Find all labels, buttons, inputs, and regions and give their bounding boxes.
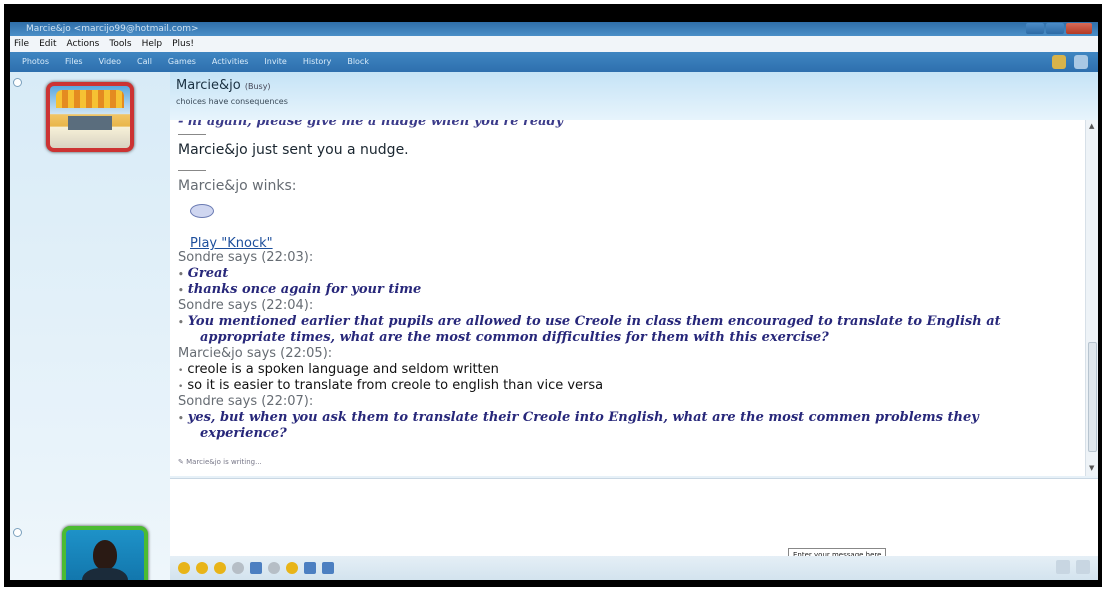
message-line: • creole is a spoken language and seldom … (178, 362, 499, 377)
wink-label: Marcie&jo winks: (178, 178, 297, 194)
divider (178, 134, 206, 135)
wink-menu-icon[interactable] (196, 562, 208, 574)
message-text: You mentioned earlier that pupils are al… (187, 314, 1001, 329)
contact-name[interactable]: Marcie&jo (176, 78, 241, 93)
message-header: Sondre says (22:03): (178, 250, 314, 265)
collapse-contact-icon[interactable] (13, 78, 22, 87)
pen-icon[interactable] (1056, 560, 1070, 574)
close-button[interactable] (1066, 23, 1092, 34)
gift-icon[interactable] (268, 562, 280, 574)
collapse-own-icon[interactable] (13, 528, 22, 537)
emoticon-menu-icon[interactable] (1052, 55, 1066, 69)
toolbar-call[interactable]: Call (129, 52, 160, 72)
scrollbar-thumb[interactable] (1088, 342, 1097, 452)
handwriting-icon[interactable] (322, 562, 334, 574)
menu-bar: File Edit Actions Tools Help Plus! (10, 36, 1098, 52)
contact-name-line: Marcie&jo (Busy) (176, 78, 271, 93)
personal-message: choices have consequences (176, 97, 288, 106)
format-toolbar (170, 556, 1098, 580)
toolbar-games[interactable]: Games (160, 52, 204, 72)
message-text: thanks once again for your time (187, 282, 422, 297)
nudge-notice: Marcie&jo just sent you a nudge. (178, 142, 409, 158)
toolbar-invite[interactable]: Invite (256, 52, 294, 72)
message-text: yes, but when you ask them to translate … (187, 410, 979, 425)
menu-actions[interactable]: Actions (67, 36, 100, 52)
messenger-window: Marcie&jo <marcijo99@hotmail.com> File E… (10, 22, 1098, 580)
message-text-cont: appropriate times, what are the most com… (200, 330, 829, 345)
contact-status: (Busy) (244, 82, 271, 91)
message-input[interactable] (170, 478, 1098, 556)
title-bar: Marcie&jo <marcijo99@hotmail.com> (10, 22, 1098, 36)
action-toolbar: Photos Files Video Call Games Activities… (10, 52, 1098, 72)
portrait-picture (66, 530, 144, 580)
maximize-button[interactable] (1046, 23, 1064, 34)
message-line: • Great (178, 266, 229, 281)
wink-icon[interactable] (190, 204, 214, 218)
message-header: Sondre says (22:04): (178, 298, 314, 313)
menu-help[interactable]: Help (142, 36, 163, 52)
wink-play-row: Play "Knock" (190, 232, 273, 251)
send-buttons (1056, 560, 1090, 574)
contact-display-picture[interactable] (46, 82, 134, 152)
nudge-icon[interactable] (214, 562, 226, 574)
message-text: Great (187, 266, 229, 281)
menu-tools[interactable]: Tools (109, 36, 131, 52)
toolbar-files[interactable]: Files (57, 52, 91, 72)
message-text-cont: experience? (200, 426, 287, 441)
toolbar-photos[interactable]: Photos (14, 52, 57, 72)
toolbar-video[interactable]: Video (91, 52, 129, 72)
window-controls (1026, 23, 1092, 34)
menu-file[interactable]: File (14, 36, 29, 52)
voice-clip-icon[interactable] (232, 562, 244, 574)
partial-message: - hi again, please give me a nudge when … (178, 120, 564, 129)
minimize-button[interactable] (1026, 23, 1044, 34)
contacts-icon[interactable] (286, 562, 298, 574)
menu-plus[interactable]: Plus! (172, 36, 194, 52)
display-pictures-column (10, 72, 170, 580)
message-header: Sondre says (22:07): (178, 394, 314, 409)
emoticon-icon[interactable] (178, 562, 190, 574)
conversation-scrollbar[interactable]: ▲ ▼ (1085, 120, 1098, 476)
message-header: Marcie&jo says (22:05): (178, 346, 333, 361)
own-display-picture[interactable] (62, 526, 148, 580)
background-icon[interactable] (250, 562, 262, 574)
contact-header: Marcie&jo (Busy) choices have consequenc… (170, 72, 1098, 120)
text-mode-icon[interactable] (1076, 560, 1090, 574)
play-wink-link[interactable]: Play "Knock" (190, 236, 273, 251)
font-icon[interactable] (304, 562, 316, 574)
beach-chair-picture (50, 86, 130, 148)
toolbar-history[interactable]: History (295, 52, 339, 72)
typing-indicator: ✎ Marcie&jo is writing... (178, 458, 262, 466)
menu-edit[interactable]: Edit (39, 36, 56, 52)
scroll-down-arrow[interactable]: ▼ (1089, 464, 1094, 472)
window-title: Marcie&jo <marcijo99@hotmail.com> (26, 24, 199, 34)
options-menu-icon[interactable] (1074, 55, 1088, 69)
conversation-history[interactable]: - hi again, please give me a nudge when … (170, 120, 1085, 476)
toolbar-right-group (1052, 55, 1088, 69)
message-line: • so it is easier to translate from creol… (178, 378, 604, 393)
divider (178, 170, 206, 171)
message-line: • You mentioned earlier that pupils are a… (178, 314, 1001, 329)
pencil-icon: ✎ (178, 458, 184, 466)
message-line: • thanks once again for your time (178, 282, 422, 297)
message-line: • yes, but when you ask them to translate… (178, 410, 979, 425)
message-text: so it is easier to translate from creole… (187, 378, 604, 393)
scroll-up-arrow[interactable]: ▲ (1089, 122, 1094, 130)
message-text: creole is a spoken language and seldom w… (187, 362, 499, 377)
typing-text: Marcie&jo is writing... (186, 458, 262, 466)
toolbar-activities[interactable]: Activities (204, 52, 257, 72)
toolbar-block[interactable]: Block (339, 52, 377, 72)
